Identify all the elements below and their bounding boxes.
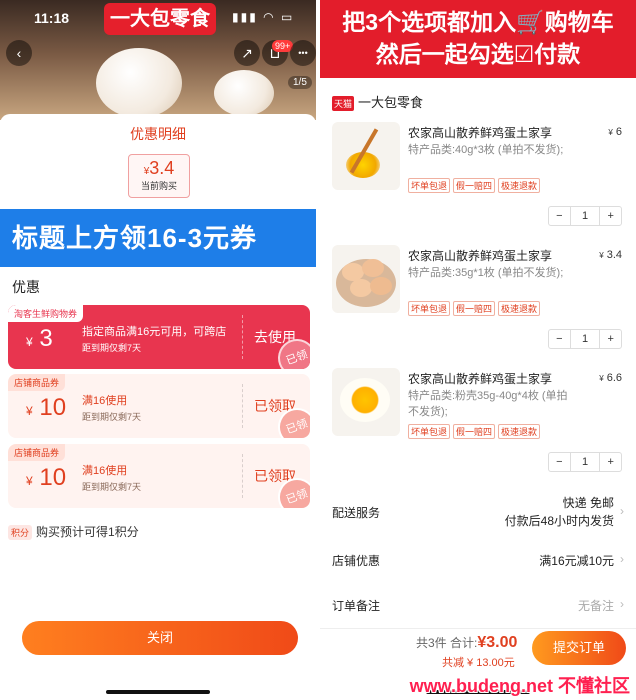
- quantity-value[interactable]: 1: [569, 453, 601, 471]
- shop-discount-row[interactable]: 店铺优惠 满16元减10元 ›: [332, 552, 624, 570]
- coupon-condition: 满16使用: [82, 465, 128, 477]
- item-name[interactable]: 农家高山散养鲜鸡蛋土家享: [408, 247, 552, 264]
- plus-button[interactable]: +: [600, 453, 621, 471]
- delivery-row[interactable]: 配送服务 快递 免邮 付款后48小时内发货 ›: [332, 494, 624, 530]
- item-name[interactable]: 农家高山散养鲜鸡蛋土家享: [408, 124, 552, 141]
- egg-image: [96, 48, 182, 118]
- home-indicator: [106, 690, 210, 694]
- coupon-divider: [242, 454, 243, 498]
- quantity-value[interactable]: 1: [569, 207, 601, 225]
- total-line: 共3件 合计:¥3.00: [416, 634, 517, 652]
- total-currency: ¥: [477, 634, 487, 651]
- points-row: 积分 购买预计可得1积分: [8, 523, 139, 540]
- points-badge: 积分: [8, 525, 33, 540]
- coupon-amount: ¥ 3: [26, 325, 53, 352]
- delivery-label: 配送服务: [332, 506, 381, 520]
- chevron-right-icon: ›: [620, 597, 624, 611]
- product-page-panel: 11:18 ▮▮▮ ◠ ▭ 一大包零食 ‹ ↗ ⊔ 99+ ••• 1/5 优惠…: [0, 0, 316, 700]
- status-time: 11:18: [34, 10, 70, 26]
- quantity-stepper[interactable]: − 1 +: [548, 329, 622, 349]
- service-tags: 坏单包退 假一赔四 极速退款: [408, 178, 543, 193]
- delivery-method: 快递 免邮: [562, 496, 614, 510]
- section-label: 优惠: [12, 279, 40, 295]
- coupon-tag: 店铺商品券: [8, 444, 66, 461]
- cart-item[interactable]: 农家高山散养鲜鸡蛋土家享 特产品类:35g*1枚 (单拍不发货); 坏单包退 假一…: [320, 245, 636, 365]
- points-text: 购买预计可得1积分: [36, 525, 139, 539]
- shop-name: 一大包零食: [358, 95, 424, 110]
- brand-banner: 一大包零食: [104, 3, 216, 35]
- photo-index: 1/5: [288, 76, 312, 89]
- product-thumbnail[interactable]: [332, 122, 400, 190]
- close-button[interactable]: 关闭: [22, 621, 298, 655]
- quantity-value[interactable]: 1: [569, 330, 601, 348]
- coupon-condition: 满16使用: [82, 395, 128, 407]
- product-thumbnail[interactable]: [332, 245, 400, 313]
- total-value: 3.00: [486, 634, 518, 651]
- service-tags: 坏单包退 假一赔四 极速退款: [408, 301, 543, 316]
- minus-button[interactable]: −: [549, 453, 570, 471]
- order-note-value: 无备注: [577, 599, 614, 613]
- back-icon[interactable]: ‹: [6, 40, 32, 66]
- item-name[interactable]: 农家高山散养鲜鸡蛋土家享: [408, 370, 552, 387]
- submit-order-button[interactable]: 提交订单: [532, 631, 626, 665]
- coupon-tag: 店铺商品券: [8, 374, 66, 391]
- product-thumbnail[interactable]: [332, 368, 400, 436]
- chevron-right-icon: ›: [620, 552, 624, 566]
- egg-image: [214, 70, 274, 116]
- cart-panel: 把3个选项都加入🛒购物车 然后一起勾选☑付款 天猫 一大包零食 农家高山散养鲜鸡蛋…: [320, 0, 636, 700]
- coupon-divider: [242, 384, 243, 428]
- coupon-divider: [242, 315, 243, 359]
- instruction-banner: 把3个选项都加入🛒购物车 然后一起勾选☑付款: [320, 0, 636, 78]
- coupon-expiry: 距到期仅剩7天: [82, 412, 142, 422]
- saved-amount: 共减 ¥ 13.00元: [442, 657, 515, 669]
- item-spec[interactable]: 特产品类:40g*3枚 (单拍不发货);: [408, 142, 578, 158]
- chevron-right-icon: ›: [620, 504, 624, 518]
- minus-button[interactable]: −: [549, 330, 570, 348]
- price-label: 当前购买: [140, 181, 177, 191]
- more-icon[interactable]: •••: [290, 40, 316, 66]
- coupon-condition: 指定商品满16元可用，可跨店: [82, 326, 227, 338]
- order-note-label: 订单备注: [332, 599, 381, 613]
- coupon-card[interactable]: 店铺商品券 ¥ 10 满16使用 距到期仅剩7天 已领取 已领: [8, 444, 310, 508]
- item-spec[interactable]: 特产品类:粉壳35g-40g*4枚 (单拍不发货);: [408, 388, 578, 420]
- shop-discount-label: 店铺优惠: [332, 554, 381, 568]
- plus-button[interactable]: +: [600, 330, 621, 348]
- order-note-row[interactable]: 订单备注 无备注 ›: [332, 597, 624, 615]
- coupon-card[interactable]: 淘客生鲜购物券 ¥ 3 指定商品满16元可用，可跨店 距到期仅剩7天 去使用 已…: [8, 305, 310, 369]
- coupon-card[interactable]: 店铺商品券 ¥ 10 满16使用 距到期仅剩7天 已领取 已领: [8, 374, 310, 438]
- coupon-hint-banner: 标题上方领16-3元券: [0, 209, 316, 267]
- item-price: ¥ 6.6: [599, 372, 622, 384]
- service-tags: 坏单包退 假一赔四 极速退款: [408, 424, 543, 439]
- coupon-expiry: 距到期仅剩7天: [82, 343, 142, 353]
- item-price: ¥ 3.4: [599, 249, 622, 261]
- coupon-tag: 淘客生鲜购物券: [8, 305, 84, 322]
- coupon-expiry: 距到期仅剩7天: [82, 482, 142, 492]
- price-value: 3.4: [149, 158, 175, 178]
- site-watermark: www.budeng.net 不懂社区: [409, 676, 630, 696]
- plus-button[interactable]: +: [600, 207, 621, 225]
- coupon-amount: ¥ 10: [26, 394, 67, 421]
- instruction-line-1: 把3个选项都加入🛒购物车: [342, 9, 614, 35]
- delivery-time: 付款后48小时内发货: [504, 514, 614, 528]
- cart-item[interactable]: 农家高山散养鲜鸡蛋土家享 特产品类:粉壳35g-40g*4枚 (单拍不发货); …: [320, 368, 636, 488]
- shop-header[interactable]: 天猫 一大包零食: [332, 92, 424, 112]
- shop-discount-value: 满16元减10元: [539, 554, 614, 568]
- status-icons: ▮▮▮ ◠ ▭: [232, 10, 295, 24]
- minus-button[interactable]: −: [549, 207, 570, 225]
- quantity-stepper[interactable]: − 1 +: [548, 206, 622, 226]
- quantity-stepper[interactable]: − 1 +: [548, 452, 622, 472]
- instruction-line-2: 然后一起勾选☑付款: [375, 41, 581, 67]
- total-prefix: 共3件 合计:: [416, 636, 478, 650]
- sheet-title: 优惠明细: [130, 126, 186, 142]
- item-spec[interactable]: 特产品类:35g*1枚 (单拍不发货);: [408, 265, 578, 281]
- item-price: ¥ 6: [608, 126, 622, 138]
- current-price-box: ¥3.4 当前购买: [128, 154, 190, 198]
- share-icon[interactable]: ↗: [234, 40, 260, 66]
- cart-item[interactable]: 农家高山散养鲜鸡蛋土家享 特产品类:40g*3枚 (单拍不发货); 坏单包退 假一…: [320, 122, 636, 242]
- coupon-amount: ¥ 10: [26, 464, 67, 491]
- tmall-badge: 天猫: [332, 96, 355, 112]
